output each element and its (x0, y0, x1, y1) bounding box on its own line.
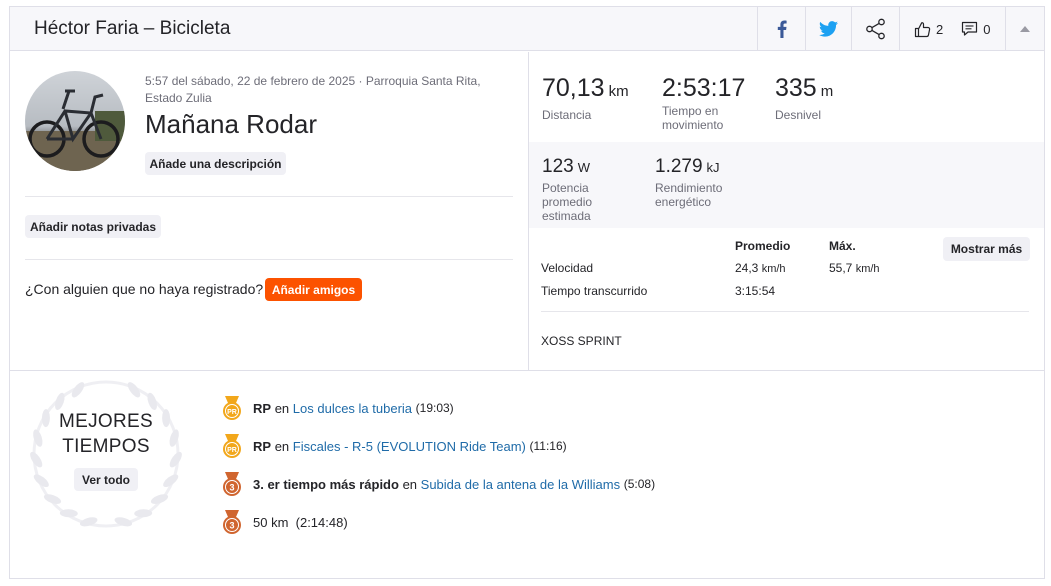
third-place-medal-icon: 3 (223, 472, 241, 496)
col-header-max: Máx. (829, 239, 856, 253)
secondary-stats: 123 W Potencia promedio estimada 1.279 kJ … (529, 142, 1044, 228)
comments-count: 0 (983, 21, 991, 37)
activity-title: Héctor Faria – Bicicleta (34, 18, 231, 39)
speed-avg: 24,3 km/h (735, 261, 786, 275)
twitter-share-button[interactable] (805, 7, 851, 51)
comment-icon (962, 21, 978, 36)
activity-card: Héctor Faria – Bicicleta 2 0 5:57 del sá… (9, 6, 1045, 579)
col-header-avg: Promedio (735, 239, 791, 253)
elapsed-time-value: 3:15:54 (735, 284, 776, 298)
elevation-value: 335 (775, 74, 817, 102)
thumbs-up-icon (914, 21, 931, 37)
distance-label: Distancia (542, 108, 592, 122)
distance-value: 70,13 (542, 74, 605, 102)
third-place-medal-icon: 3 (223, 510, 241, 534)
speed-label: Velocidad (541, 261, 594, 275)
chevron-up-icon (1020, 26, 1030, 32)
add-friends-button[interactable]: Añadir amigos (265, 278, 362, 301)
achievement-item: PR RP en Los dulces la tuberia (19:03) (220, 395, 454, 421)
svg-text:PR: PR (227, 409, 237, 416)
activity-meta: 5:57 del sábado, 22 de febrero de 2025 ·… (145, 74, 481, 105)
achievement-item: PR RP en Fiscales - R-5 (EVOLUTION Ride … (220, 433, 567, 459)
share-icon (865, 18, 885, 40)
add-private-notes-button[interactable]: Añadir notas privadas (25, 215, 161, 238)
stat-power: 123 W Potencia promedio estimada (542, 156, 622, 223)
share-button[interactable] (851, 7, 899, 51)
achievement-item: 3 50 km (2:14:48) (220, 509, 348, 535)
stat-energy: 1.279 kJ Rendimiento energético (655, 156, 745, 209)
friends-question: ¿Con alguien que no haya registrado? (25, 281, 264, 297)
divider (25, 259, 513, 260)
primary-stats: 70,13 km Distancia 2:53:17 Tiempo en movi… (529, 52, 1044, 142)
pr-medal-icon: PR (223, 396, 241, 420)
stat-elevation: 335 m Desnivel (775, 74, 833, 122)
view-all-button[interactable]: Ver todo (74, 468, 138, 491)
comments-button[interactable]: 0 (961, 21, 990, 37)
svg-text:3: 3 (229, 483, 234, 493)
activity-photo[interactable] (25, 71, 125, 171)
elapsed-time-label: Tiempo transcurrido (541, 284, 648, 298)
energy-unit: kJ (706, 160, 720, 175)
elevation-unit: m (820, 83, 834, 100)
divider (25, 196, 513, 197)
facebook-icon (777, 20, 787, 38)
twitter-icon (819, 21, 838, 37)
social-counters: 2 0 (899, 7, 1004, 51)
activity-header: Héctor Faria – Bicicleta 2 0 (10, 7, 1044, 51)
distance-unit: km (608, 83, 629, 100)
device-name: XOSS SPRINT (541, 334, 622, 348)
svg-text:3: 3 (229, 521, 234, 531)
energy-value: 1.279 (655, 156, 703, 177)
segment-link[interactable]: Subida de la antena de la Williams (421, 477, 620, 492)
elevation-label: Desnivel (775, 108, 822, 122)
facebook-share-button[interactable] (757, 7, 805, 51)
segment-link[interactable]: Fiscales - R-5 (EVOLUTION Ride Team) (293, 439, 526, 454)
kudos-button[interactable]: 2 (914, 21, 943, 38)
moving-time-value: 2:53:17 (662, 74, 746, 102)
section-separator (10, 370, 1044, 371)
pr-medal-icon: PR (223, 434, 241, 458)
activity-name: Mañana Rodar (145, 109, 317, 139)
achievement-item: 3 3. er tiempo más rápido en Subida de l… (220, 471, 655, 497)
best-efforts-title: MEJORES TIEMPOS (59, 411, 153, 457)
segment-link[interactable]: Los dulces la tuberia (293, 401, 412, 416)
kudos-count: 2 (936, 21, 944, 37)
svg-text:PR: PR (227, 447, 237, 454)
power-value: 123 (542, 156, 574, 177)
power-unit: W (577, 160, 590, 175)
stat-moving-time: 2:53:17 Tiempo en movimiento (662, 74, 757, 132)
stat-distance: 70,13 km Distancia (542, 74, 629, 122)
add-description-button[interactable]: Añade una descripción (145, 152, 286, 175)
divider (541, 311, 1029, 312)
bicycle-photo-icon (25, 71, 125, 171)
speed-max: 55,7 km/h (829, 261, 880, 275)
collapse-button[interactable] (1005, 7, 1044, 51)
show-more-button[interactable]: Mostrar más (943, 237, 1030, 261)
energy-label: Rendimiento energético (655, 181, 723, 209)
power-label: Potencia promedio estimada (542, 181, 593, 223)
moving-time-label: Tiempo en movimiento (662, 104, 724, 132)
